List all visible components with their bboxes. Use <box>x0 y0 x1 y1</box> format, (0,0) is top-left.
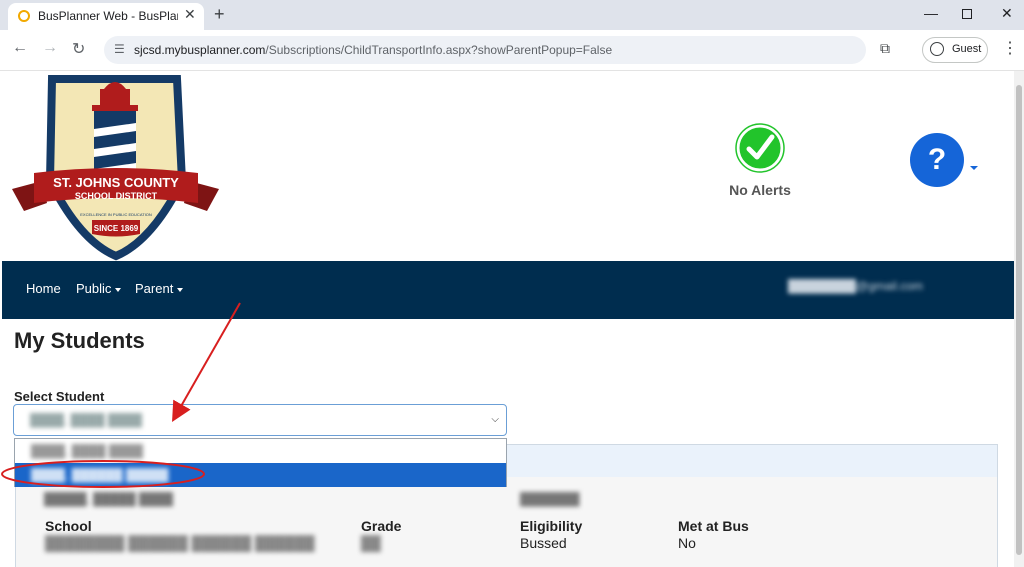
browser-toolbar: ← → ↻ ☰ sjcsd.mybusplanner.com/Subscript… <box>0 30 1024 71</box>
eligibility-value: Bussed <box>520 535 567 551</box>
student-select[interactable]: ████, ████ ████ ⌵ <box>13 404 507 436</box>
district-logo[interactable]: ST. JOHNS COUNTY SCHOOL DISTRICT EXCELLE… <box>12 71 222 261</box>
student-name: █████, █████ ████ <box>44 492 174 506</box>
eligibility-label: Eligibility <box>520 518 583 534</box>
student-card-body <box>16 477 997 567</box>
maximize-icon[interactable] <box>962 9 972 19</box>
caret-down-icon <box>115 287 122 292</box>
grade-label: Grade <box>361 518 402 534</box>
met-at-bus-label: Met at Bus <box>678 518 749 534</box>
menu-icon[interactable]: ⋮ <box>1002 38 1018 58</box>
student-select-value: ████, ████ ████ <box>30 413 143 427</box>
busplanner-favicon-icon <box>18 10 30 22</box>
student-dropdown-list: ████, ████ ████ ████, ██████ █████ <box>14 438 507 487</box>
page-content: ST. JOHNS COUNTY SCHOOL DISTRICT EXCELLE… <box>0 71 1014 567</box>
alerts-label: No Alerts <box>729 182 791 198</box>
url-host: sjcsd.mybusplanner.com <box>134 43 266 57</box>
nav-user-email[interactable]: ████████@gmail.com <box>788 279 923 293</box>
met-at-bus-value: No <box>678 535 696 551</box>
student-option[interactable]: ████, ████ ████ <box>15 439 506 463</box>
profile-button[interactable]: Guest <box>922 37 988 63</box>
site-settings-icon[interactable]: ☰ <box>114 42 125 56</box>
logo-motto: EXCELLENCE IN PUBLIC EDUCATION <box>80 212 152 217</box>
back-icon[interactable]: ← <box>12 39 28 57</box>
forward-icon[interactable]: → <box>42 39 58 57</box>
tab-close-icon[interactable]: ✕ <box>184 6 196 23</box>
chevron-down-icon: ⌵ <box>491 414 499 425</box>
lens-icon[interactable]: ⧉ <box>880 40 890 57</box>
scrollbar-thumb[interactable] <box>1016 85 1022 555</box>
student-option-selected[interactable]: ████, ██████ █████ <box>15 463 506 487</box>
guest-label: Guest <box>952 43 982 55</box>
help-button[interactable]: ? <box>910 133 964 187</box>
student-option-label: ████, ████ ████ <box>31 444 144 458</box>
school-value: ████████ ██████ ██████ ██████ <box>45 535 315 551</box>
main-navbar: Home Public Parent ████████@gmail.com <box>2 261 1014 319</box>
browser-tab[interactable]: BusPlanner Web - BusPlanner W ✕ <box>8 3 204 30</box>
logo-text-line1: ST. JOHNS COUNTY <box>53 175 179 190</box>
profile-icon <box>930 42 944 56</box>
help-dropdown-caret-icon[interactable] <box>970 166 978 170</box>
nav-parent[interactable]: Parent <box>135 281 184 296</box>
nav-parent-label: Parent <box>135 281 174 296</box>
select-student-label: Select Student <box>14 389 105 404</box>
grade-value: ██ <box>361 535 381 551</box>
tab-title: BusPlanner Web - BusPlanner W <box>38 9 178 23</box>
page-title: My Students <box>14 328 145 353</box>
student-option-label: ████, ██████ █████ <box>31 468 169 482</box>
browser-tab-bar: BusPlanner Web - BusPlanner W ✕ + — ✕ <box>0 0 1024 30</box>
reload-icon[interactable]: ↻ <box>72 39 85 59</box>
caret-down-icon <box>177 287 184 292</box>
school-label: School <box>45 518 92 534</box>
page-scrollbar[interactable] <box>1014 71 1024 567</box>
logo-text-line2: SCHOOL DISTRICT <box>75 191 158 201</box>
annotation-arrow <box>172 302 241 422</box>
close-icon[interactable]: ✕ <box>1001 5 1013 22</box>
address-bar[interactable]: ☰ sjcsd.mybusplanner.com/Subscriptions/C… <box>104 36 866 64</box>
nav-public-label: Public <box>76 281 112 296</box>
check-circle-icon <box>735 123 785 173</box>
student-id: ███████ <box>520 492 580 506</box>
alerts-status[interactable]: No Alerts <box>722 123 798 198</box>
minimize-icon[interactable]: — <box>924 5 938 21</box>
nav-home[interactable]: Home <box>26 281 61 296</box>
logo-since: SINCE 1869 <box>94 224 139 233</box>
nav-public[interactable]: Public <box>76 281 122 296</box>
url-path: /Subscriptions/ChildTransportInfo.aspx?s… <box>265 43 613 57</box>
new-tab-button[interactable]: + <box>214 4 225 25</box>
address-url[interactable]: sjcsd.mybusplanner.com/Subscriptions/Chi… <box>134 43 612 57</box>
